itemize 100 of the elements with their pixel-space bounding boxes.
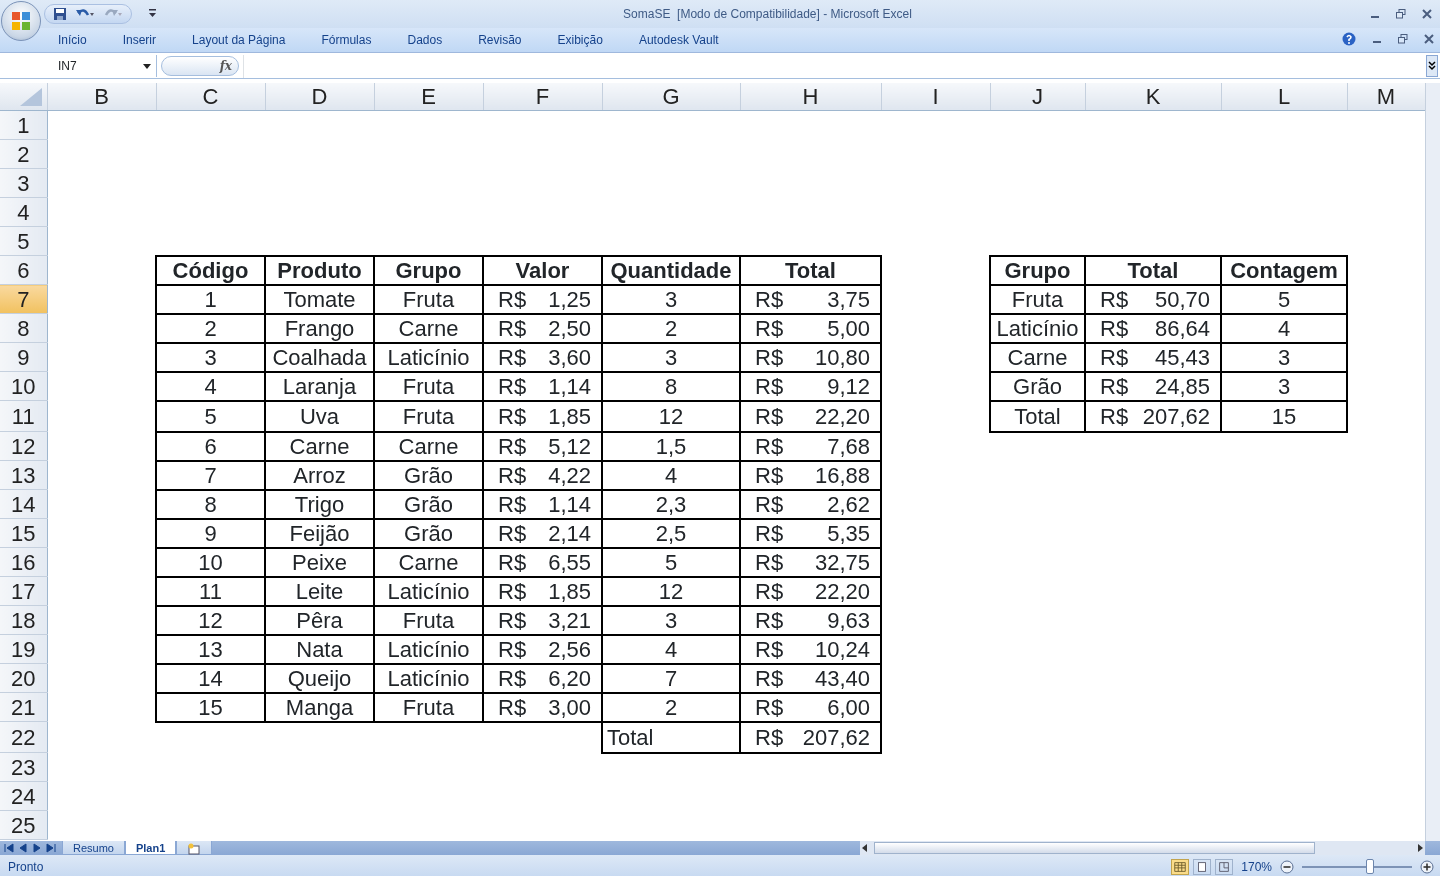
- column-header[interactable]: H: [740, 83, 881, 111]
- close-icon[interactable]: [1424, 34, 1434, 44]
- table-cell: Leite: [265, 576, 374, 606]
- table-cell: 15: [1221, 400, 1347, 432]
- row-header[interactable]: 24: [0, 781, 47, 811]
- table-cell: Grão: [990, 371, 1085, 401]
- table-cell: Carne: [374, 313, 483, 343]
- table-cell: Grão: [374, 489, 483, 519]
- column-header[interactable]: G: [602, 83, 740, 111]
- row-header[interactable]: 19: [0, 634, 47, 664]
- currency-symbol: R$: [755, 315, 784, 341]
- horizontal-scrollbar[interactable]: [860, 841, 1425, 855]
- insert-sheet-button[interactable]: [176, 841, 213, 855]
- last-sheet-icon[interactable]: [46, 843, 56, 853]
- row-header[interactable]: 2: [0, 139, 47, 169]
- row-header[interactable]: 25: [0, 810, 47, 840]
- row-header[interactable]: 1: [0, 110, 47, 140]
- currency-symbol: R$: [755, 607, 784, 633]
- restore-icon[interactable]: [1396, 9, 1406, 19]
- cell-value: 2,56: [548, 636, 591, 662]
- table-cell: Peixe: [265, 547, 374, 577]
- office-button[interactable]: [1, 1, 41, 41]
- cell-value: 10,24: [814, 636, 870, 662]
- sheet-tab[interactable]: Resumo: [62, 841, 125, 855]
- slider-thumb[interactable]: [1366, 859, 1375, 874]
- sheet-tab[interactable]: Plan1: [124, 841, 177, 855]
- row-header[interactable]: 8: [0, 313, 47, 343]
- currency-symbol: R$: [755, 723, 784, 751]
- row-header[interactable]: 17: [0, 576, 47, 606]
- row-header[interactable]: 14: [0, 489, 47, 519]
- expand-formula-bar-icon[interactable]: [1426, 55, 1438, 77]
- ribbon-tab[interactable]: Exibição: [539, 28, 621, 52]
- vertical-scrollbar[interactable]: [1425, 83, 1440, 841]
- scroll-right-icon[interactable]: [1415, 843, 1425, 853]
- row-header[interactable]: 20: [0, 663, 47, 693]
- table-cell: Grão: [374, 518, 483, 548]
- customize-menu-icon[interactable]: [149, 9, 157, 19]
- ribbon-tab[interactable]: Dados: [389, 28, 461, 52]
- column-header[interactable]: J: [990, 83, 1085, 111]
- column-header[interactable]: M: [1347, 83, 1425, 111]
- row-header[interactable]: 7: [0, 284, 47, 314]
- name-box[interactable]: IN7: [0, 55, 157, 77]
- table-cell: Fruta: [374, 605, 483, 635]
- table-cell: 2,3: [602, 489, 740, 519]
- row-header[interactable]: 9: [0, 342, 47, 372]
- normal-view-icon[interactable]: [1171, 859, 1190, 875]
- currency-symbol: R$: [755, 373, 784, 399]
- scroll-left-icon[interactable]: [860, 843, 870, 853]
- close-icon[interactable]: [1422, 9, 1432, 19]
- column-header[interactable]: D: [265, 83, 374, 111]
- column-header[interactable]: I: [881, 83, 990, 111]
- table-cell: 1,5: [602, 431, 740, 461]
- table-cell: 3: [1221, 342, 1347, 372]
- dropdown-caret-icon[interactable]: [143, 64, 151, 69]
- column-header[interactable]: L: [1221, 83, 1347, 111]
- next-sheet-icon[interactable]: [32, 843, 42, 853]
- zoom-in-icon[interactable]: [1420, 860, 1434, 874]
- row-header[interactable]: 15: [0, 518, 47, 548]
- scrollbar-thumb[interactable]: [874, 842, 1315, 854]
- table-cell: 5: [602, 547, 740, 577]
- table-cell: Carne: [374, 431, 483, 461]
- page-layout-view-icon[interactable]: [1193, 859, 1212, 875]
- row-header[interactable]: 10: [0, 371, 47, 401]
- row-header[interactable]: 21: [0, 692, 47, 722]
- help-icon[interactable]: [1342, 32, 1356, 46]
- row-header[interactable]: 23: [0, 752, 47, 782]
- row-header[interactable]: 4: [0, 197, 47, 227]
- currency-symbol: R$: [498, 578, 527, 604]
- ribbon-tab[interactable]: Inserir: [104, 28, 175, 52]
- table-cell: Laticínio: [374, 576, 483, 606]
- row-header[interactable]: 16: [0, 547, 47, 577]
- column-header[interactable]: C: [156, 83, 265, 111]
- insert-function-button[interactable]: fx: [161, 56, 239, 76]
- ribbon-tab[interactable]: Revisão: [460, 28, 540, 52]
- column-header[interactable]: K: [1085, 83, 1221, 111]
- row-header[interactable]: 5: [0, 226, 47, 256]
- column-header[interactable]: F: [483, 83, 602, 111]
- zoom-out-icon[interactable]: [1280, 860, 1294, 874]
- row-header[interactable]: 3: [0, 168, 47, 198]
- save-icon[interactable]: [53, 7, 67, 21]
- ribbon-tab[interactable]: Autodesk Vault: [620, 28, 737, 52]
- previous-sheet-icon[interactable]: [18, 843, 28, 853]
- zoom-level[interactable]: 170%: [1241, 858, 1272, 876]
- page-break-view-icon[interactable]: [1215, 859, 1234, 875]
- row-header[interactable]: 22: [0, 721, 47, 753]
- column-heading: Grupo: [990, 255, 1085, 285]
- column-header[interactable]: B: [47, 83, 156, 111]
- ribbon-tab[interactable]: Início: [40, 28, 105, 52]
- restore-icon[interactable]: [1398, 34, 1408, 44]
- ribbon-tab[interactable]: Layout da Página: [174, 28, 304, 52]
- row-header[interactable]: 18: [0, 605, 47, 635]
- row-header[interactable]: 6: [0, 255, 47, 285]
- row-header[interactable]: 11: [0, 400, 47, 432]
- cell-value: 207,62: [1142, 402, 1210, 430]
- ribbon-tab[interactable]: Fórmulas: [303, 28, 390, 52]
- column-header[interactable]: E: [374, 83, 483, 111]
- row-header[interactable]: 12: [0, 431, 47, 461]
- column-heading: Total: [740, 255, 881, 285]
- first-sheet-icon[interactable]: [4, 843, 14, 853]
- row-header[interactable]: 13: [0, 460, 47, 490]
